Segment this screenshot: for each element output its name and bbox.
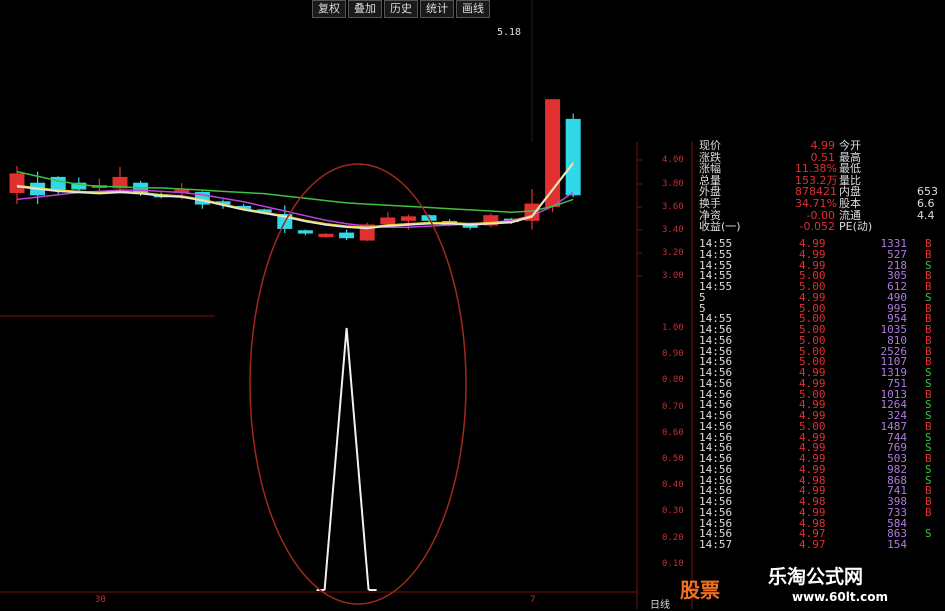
candle-body: [297, 230, 313, 234]
candle-body: [318, 233, 334, 238]
sub-axis-label: 0.50: [662, 454, 684, 464]
highlight-ellipse: [249, 163, 467, 605]
quote-row: 收益(一) -0.052 PE(动): [697, 221, 945, 233]
main-axis-label: 3.40: [662, 225, 684, 235]
sub-axis-label: 0.70: [662, 401, 684, 412]
main-axis-label: 3.00: [662, 271, 684, 281]
sub-axis-label: 0.90: [662, 349, 684, 360]
main-axis-label: 3.20: [662, 248, 684, 258]
chart-toolbar: 复权 叠加 历史 统计 画线: [312, 0, 490, 18]
toolbar-button[interactable]: 统计: [420, 0, 454, 18]
toolbar-button[interactable]: 画线: [456, 0, 490, 18]
candle-body: [565, 118, 581, 196]
watermark-text: 乐淘公式网: [768, 566, 864, 588]
watermark-logo: 股票: [680, 578, 720, 602]
x-label-right: 7: [530, 595, 536, 605]
sub-axis-label: 0.40: [662, 480, 684, 491]
sub-axis-label: 0.20: [662, 532, 684, 543]
x-label-left: 30: [95, 595, 106, 605]
watermark-url: www.60lt.com: [792, 590, 889, 604]
sub-axis-label: 1.00: [662, 323, 684, 333]
toolbar-button[interactable]: 叠加: [348, 0, 382, 18]
main-axis-label: 3.80: [662, 179, 684, 189]
tick-side: B: [925, 505, 932, 519]
quote-label: PE(动): [839, 220, 873, 234]
tick-row: 14:57 4.97 154: [697, 539, 945, 550]
sub-axis-label: 0.60: [662, 427, 684, 438]
candle-body: [9, 173, 25, 193]
tick-volume: 154: [887, 538, 907, 551]
candle-body: [380, 217, 396, 225]
sub-axis-label: 0.80: [662, 375, 684, 386]
toolbar-button[interactable]: 历史: [384, 0, 418, 18]
quote-value: 4.4: [917, 208, 935, 222]
candles-group: [9, 99, 581, 242]
quote-value: -0.052: [799, 220, 835, 234]
sub-axis-label: 0.10: [662, 558, 684, 569]
sub-axis-label: 0.30: [662, 506, 684, 517]
main-axis-label: 3.60: [662, 202, 684, 212]
candle-body: [400, 216, 416, 221]
tick-side: S: [925, 527, 932, 541]
toolbar-button[interactable]: 复权: [312, 0, 346, 18]
signal-indicator: [316, 327, 377, 591]
price-top-label: 5.18: [497, 27, 522, 38]
tick-time: 14:57: [699, 538, 733, 551]
main-axis-label: 4.00: [662, 155, 684, 165]
signal-spike: [323, 327, 370, 591]
quote-label: 收益(一): [699, 220, 741, 234]
candle-body: [339, 232, 355, 239]
tick-price: 4.97: [799, 538, 826, 551]
